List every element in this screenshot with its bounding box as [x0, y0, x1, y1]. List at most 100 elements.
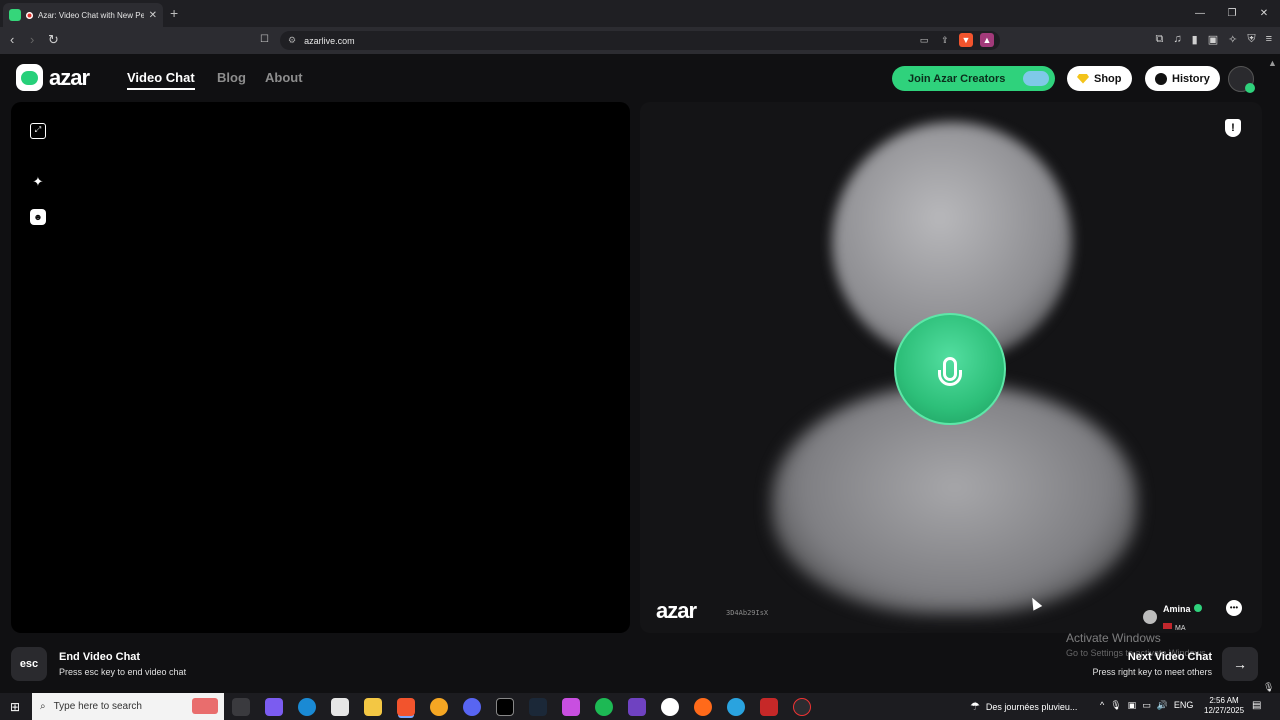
- menu-icon[interactable]: ≡: [1266, 33, 1272, 46]
- recording-icon: [26, 11, 33, 19]
- telegram-icon[interactable]: [727, 698, 745, 716]
- brave-taskbar-icon[interactable]: [397, 698, 415, 716]
- language-indicator[interactable]: ENG: [1174, 700, 1194, 711]
- browser-toolbar: ‹ › ↻ ☐ ⚙ azarlive.com ▭ ⇪ ▼ ▲ ⧉ ♫ ▮ ▣ ✧…: [0, 27, 1280, 54]
- steam-icon[interactable]: [529, 698, 547, 716]
- peer-country: MA: [1175, 625, 1186, 632]
- maximize-button[interactable]: ❐: [1216, 0, 1248, 27]
- end-chat-title: End Video Chat: [59, 651, 141, 663]
- media-icon[interactable]: ♫: [1173, 33, 1181, 46]
- close-tab-icon[interactable]: ✕: [149, 10, 157, 21]
- file-explorer-icon[interactable]: [364, 698, 382, 716]
- network-icon[interactable]: ▭: [1142, 700, 1151, 711]
- expand-icon[interactable]: ⤢: [30, 123, 46, 139]
- profile-avatar[interactable]: [1228, 66, 1255, 93]
- weather-widget[interactable]: ☂ Des journées pluvieu...: [970, 700, 1077, 713]
- mic-tray-icon: 🎙: [1263, 682, 1275, 692]
- minimize-button[interactable]: —: [1184, 0, 1216, 27]
- app-header: azar Video Chat Blog About Join Azar Cre…: [0, 54, 1280, 102]
- media-app-icon[interactable]: [760, 698, 778, 716]
- search-placeholder: Type here to search: [53, 701, 142, 712]
- task-view-icon[interactable]: [232, 698, 250, 716]
- azar-logo[interactable]: azar: [16, 64, 90, 91]
- tray-app-icon[interactable]: ▣: [1128, 700, 1137, 711]
- brave-rewards-icon[interactable]: ▲: [980, 33, 994, 47]
- nav-blog[interactable]: Blog: [217, 70, 246, 85]
- activate-windows-title: Activate Windows: [1066, 631, 1161, 645]
- close-window-button[interactable]: ✕: [1248, 0, 1280, 27]
- window-controls: — ❐ ✕: [1184, 0, 1280, 27]
- remote-video-panel: ! azar 3D4Ab29IsX Amina MA •••: [640, 102, 1262, 633]
- recording-app-icon[interactable]: [793, 698, 811, 716]
- store-icon[interactable]: [331, 698, 349, 716]
- bookmark-icon[interactable]: ☐: [260, 34, 269, 45]
- site-info-icon[interactable]: ⚙: [288, 35, 296, 46]
- taskbar-clock[interactable]: 2:56 AM 12/27/2025: [1204, 696, 1244, 716]
- local-video-panel: ⤢ ✦ ☻: [11, 102, 630, 633]
- url-text: azarlive.com: [304, 35, 355, 46]
- capcut-icon[interactable]: [496, 698, 514, 716]
- back-icon[interactable]: ‹: [10, 32, 14, 47]
- azar-favicon-icon: [9, 9, 21, 21]
- history-button[interactable]: History: [1145, 66, 1220, 91]
- join-creators-label: Join Azar Creators: [908, 72, 1006, 85]
- peer-info[interactable]: Amina MA: [1143, 599, 1202, 633]
- effects-sparkle-icon[interactable]: ✦: [30, 174, 46, 190]
- instagram-icon[interactable]: [628, 698, 646, 716]
- history-label: History: [1172, 72, 1210, 85]
- recorder-icon[interactable]: [694, 698, 712, 716]
- next-chat-button[interactable]: →: [1222, 647, 1258, 681]
- discord-icon[interactable]: [463, 698, 481, 716]
- nav-video-chat[interactable]: Video Chat: [127, 70, 195, 90]
- nav-about[interactable]: About: [265, 70, 303, 85]
- shop-button[interactable]: Shop: [1067, 66, 1132, 91]
- shop-label: Shop: [1094, 72, 1122, 85]
- creators-decoration-icon: [1021, 69, 1051, 88]
- address-bar[interactable]: ⚙ azarlive.com ▭ ⇪ ▼ ▲: [280, 31, 1000, 50]
- join-creators-button[interactable]: Join Azar Creators: [892, 66, 1055, 91]
- cast-icon[interactable]: ▭: [917, 33, 931, 47]
- obs-icon[interactable]: [661, 698, 679, 716]
- clock-time: 2:56 AM: [1209, 696, 1239, 705]
- gem-icon: [1077, 73, 1089, 84]
- forward-icon[interactable]: ›: [30, 32, 34, 47]
- spotify-icon[interactable]: [595, 698, 613, 716]
- notification-icon[interactable]: ▤: [1252, 700, 1261, 711]
- peer-name: Amina: [1163, 604, 1191, 614]
- tab-search-icon[interactable]: ⧉: [1156, 33, 1164, 46]
- copilot-icon[interactable]: [265, 698, 283, 716]
- history-clock-icon: [1155, 72, 1167, 85]
- avatar-status-icon: [1245, 83, 1255, 93]
- next-chat-hint: Press right key to meet others: [1092, 667, 1212, 677]
- chrome-icon[interactable]: [430, 698, 448, 716]
- new-tab-button[interactable]: +: [170, 5, 178, 21]
- photo-app-icon[interactable]: [562, 698, 580, 716]
- sidebar-icon[interactable]: ▮: [1192, 33, 1198, 46]
- esc-key-button[interactable]: esc: [11, 647, 47, 681]
- chat-button[interactable]: •••: [1226, 600, 1242, 616]
- tray-overflow-icon[interactable]: ^: [1100, 700, 1104, 711]
- video-watermark: azar: [656, 598, 697, 623]
- reload-icon[interactable]: ↻: [48, 32, 59, 48]
- wallet-icon[interactable]: ▣: [1208, 33, 1218, 46]
- share-icon[interactable]: ⇪: [938, 33, 952, 47]
- tray-mic-icon[interactable]: 🎙: [1110, 700, 1121, 711]
- volume-icon[interactable]: 🔊: [1157, 700, 1168, 711]
- session-id: 3D4Ab29IsX: [726, 609, 769, 617]
- taskbar-search[interactable]: ⌕ Type here to search: [32, 693, 224, 720]
- face-filter-icon[interactable]: ☻: [30, 209, 46, 225]
- browser-tabbar: Azar: Video Chat with New Pe ✕ + — ❐ ✕: [0, 0, 1280, 27]
- scrollbar-up-arrow[interactable]: ▲: [1268, 58, 1277, 68]
- omnibox-actions: ▭ ⇪ ▼ ▲: [917, 33, 994, 47]
- leo-ai-icon[interactable]: ✧: [1228, 33, 1237, 46]
- vpn-icon[interactable]: ⛨: [1247, 33, 1255, 46]
- edge-icon[interactable]: [298, 698, 316, 716]
- report-shield-icon[interactable]: !: [1225, 119, 1241, 137]
- browser-tab-azar[interactable]: Azar: Video Chat with New Pe ✕: [3, 3, 163, 27]
- browser-extensions: ⧉ ♫ ▮ ▣ ✧ ⛨ ≡: [1156, 33, 1272, 46]
- microphone-icon: [938, 357, 962, 386]
- windows-start-icon[interactable]: ⊞: [10, 700, 20, 714]
- brave-shields-icon[interactable]: ▼: [959, 33, 973, 47]
- next-chat-title: Next Video Chat: [1127, 651, 1212, 663]
- search-icon: ⌕: [40, 701, 46, 712]
